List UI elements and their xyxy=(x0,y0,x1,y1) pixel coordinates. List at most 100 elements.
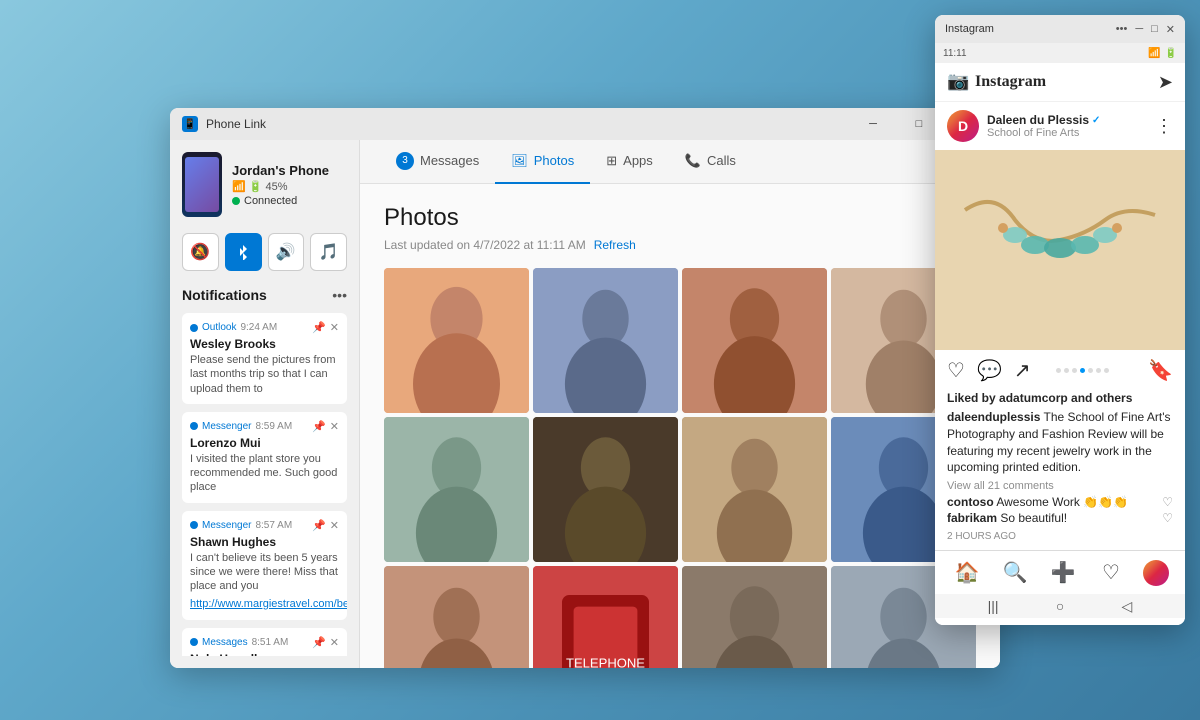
signal-icon: 🔋 xyxy=(1165,48,1177,59)
instagram-comments-link[interactable]: View all 21 comments xyxy=(935,480,1185,492)
notif-dismiss-button-1[interactable]: ✕ xyxy=(330,420,339,433)
ig-bookmark-icon[interactable]: 🔖 xyxy=(1148,358,1173,383)
ig-more-button[interactable]: ••• xyxy=(1116,23,1128,36)
instagram-send-icon[interactable]: ➤ xyxy=(1158,72,1173,93)
notif-app-outlook: Outlook 9:24 AM xyxy=(190,322,277,333)
verified-badge: ✓ xyxy=(1092,115,1100,126)
ig-minimize-button[interactable]: ─ xyxy=(1135,23,1143,36)
phone-status: Connected xyxy=(232,195,329,207)
notif-sender-1: Lorenzo Mui xyxy=(190,436,339,450)
instagram-comment-2: fabrikam So beautiful! ♡ xyxy=(935,511,1185,525)
instagram-body: 📷 Instagram ➤ D Daleen du Plessis ✓ Scho… xyxy=(935,63,1185,625)
photo-item-1[interactable] xyxy=(384,268,529,413)
notification-item-messenger-2: Messenger 8:57 AM 📌 ✕ Shawn Hughes I can… xyxy=(182,511,347,620)
messages-badge: 3 xyxy=(396,152,414,170)
notif-dismiss-button[interactable]: ✕ xyxy=(330,321,339,334)
phone-name: Jordan's Phone xyxy=(232,163,329,178)
instagram-statusbar: 11:11 📶 🔋 xyxy=(935,43,1185,63)
notification-item-messenger-1: Messenger 8:59 AM 📌 ✕ Lorenzo Mui I visi… xyxy=(182,412,347,503)
notif-pin-button-3[interactable]: 📌 xyxy=(312,636,326,649)
tab-photos[interactable]: 🖼 Photos xyxy=(495,140,590,184)
notifications-section: Notifications ••• Outlook 9:24 AM 📌 ✕ xyxy=(182,287,347,656)
ig-close-button[interactable]: ✕ xyxy=(1166,23,1175,36)
apps-tab-icon: ⊞ xyxy=(606,153,617,169)
navigation-tabs: 3 Messages 🖼 Photos ⊞ Apps 📞 Calls xyxy=(360,140,1000,184)
notif-app-messages: Messages 8:51 AM xyxy=(190,637,288,648)
notif-pin-button-1[interactable]: 📌 xyxy=(312,420,326,433)
notif-dismiss-button-2[interactable]: ✕ xyxy=(330,519,339,532)
statusbar-time: 11:11 xyxy=(943,48,967,59)
connected-indicator xyxy=(232,197,240,205)
music-button[interactable]: 🎵 xyxy=(310,233,347,271)
photos-heading: Photos xyxy=(384,204,976,232)
refresh-link[interactable]: Refresh xyxy=(594,238,636,252)
photo-item-2[interactable] xyxy=(533,268,678,413)
ig-nav-search-icon[interactable]: 🔍 xyxy=(999,557,1031,589)
phone-link-titlebar: 📱 Phone Link ─ □ ✕ xyxy=(170,108,1000,140)
instagram-window-controls: ••• ─ □ ✕ xyxy=(1116,23,1175,36)
android-recents-icon[interactable]: ◁ xyxy=(1122,598,1133,615)
photo-item-6[interactable] xyxy=(533,417,678,562)
ig-comment-icon[interactable]: 💬 xyxy=(977,358,1002,383)
notif-pin-button[interactable]: 📌 xyxy=(312,321,326,334)
post-more-button[interactable]: ⋮ xyxy=(1155,116,1173,137)
instagram-comment-1: contoso Awesome Work 👏👏👏 ♡ xyxy=(935,495,1185,509)
ig-heart-icon[interactable]: ♡ xyxy=(947,358,965,383)
dot-1 xyxy=(1056,368,1061,373)
necklace-image xyxy=(935,150,1185,350)
phone-link-title: Phone Link xyxy=(206,117,266,131)
ig-carousel-dots xyxy=(1056,368,1109,373)
instagram-logo-text: Instagram xyxy=(975,73,1046,91)
photo-item-11[interactable] xyxy=(682,566,827,668)
post-username: Daleen du Plessis ✓ xyxy=(987,113,1155,127)
ig-share-icon[interactable]: ↗ xyxy=(1014,358,1031,383)
photo-item-5[interactable] xyxy=(384,417,529,562)
android-back-icon[interactable]: ||| xyxy=(988,598,999,614)
mute-button[interactable]: 🔕 xyxy=(182,233,219,271)
instagram-actions-bar: ♡ 💬 ↗ 🔖 xyxy=(935,350,1185,391)
post-user-info: Daleen du Plessis ✓ School of Fine Arts xyxy=(987,113,1155,139)
phone-link-sidebar: Jordan's Phone 📶 🔋 45% Connected 🔕 🔊 � xyxy=(170,140,360,668)
photos-content: Photos Last updated on 4/7/2022 at 11:11… xyxy=(360,184,1000,668)
instagram-timestamp: 2 HOURS AGO xyxy=(935,527,1185,546)
photos-grid: TELEPHONE xyxy=(384,268,976,668)
ig-nav-add-icon[interactable]: ➕ xyxy=(1047,557,1079,589)
android-home-icon[interactable]: ○ xyxy=(1056,598,1064,614)
instagram-likes: Liked by adatumcorp and others xyxy=(935,391,1185,405)
notif-text-2: I can't believe its been 5 years since w… xyxy=(190,551,339,594)
tab-messages[interactable]: 3 Messages xyxy=(380,140,495,184)
phone-info-section: Jordan's Phone 📶 🔋 45% Connected xyxy=(182,152,347,217)
ig-nav-heart-icon[interactable]: ♡ xyxy=(1095,557,1127,589)
dot-3 xyxy=(1072,368,1077,373)
comment-like-icon-2[interactable]: ♡ xyxy=(1162,511,1173,525)
bluetooth-button[interactable] xyxy=(225,233,262,271)
dot-7 xyxy=(1104,368,1109,373)
notif-sender-2: Shawn Hughes xyxy=(190,535,339,549)
instagram-window-title: Instagram xyxy=(945,23,994,35)
instagram-window: Instagram ••• ─ □ ✕ 11:11 📶 🔋 📷 Instagra… xyxy=(935,15,1185,625)
comment-like-icon-1[interactable]: ♡ xyxy=(1162,495,1173,509)
photo-item-3[interactable] xyxy=(682,268,827,413)
photo-item-10[interactable]: TELEPHONE xyxy=(533,566,678,668)
photo-item-7[interactable] xyxy=(682,417,827,562)
ig-nav-home-icon[interactable]: 🏠 xyxy=(951,557,983,589)
phone-signal: 📶 🔋 45% xyxy=(232,180,329,193)
ig-maximize-button[interactable]: □ xyxy=(1151,23,1158,36)
tab-calls[interactable]: 📞 Calls xyxy=(669,140,752,184)
instagram-caption: daleenduplessis The School of Fine Art's… xyxy=(935,409,1185,476)
instagram-app-header: 📷 Instagram ➤ xyxy=(935,63,1185,102)
phone-image xyxy=(182,152,222,217)
notifications-more-button[interactable]: ••• xyxy=(332,287,347,303)
volume-button[interactable]: 🔊 xyxy=(268,233,305,271)
notif-link-2[interactable]: http://www.margiestravel.com/beachtrip20… xyxy=(190,598,347,610)
tab-apps[interactable]: ⊞ Apps xyxy=(590,140,669,184)
notif-pin-button-2[interactable]: 📌 xyxy=(312,519,326,532)
notification-item-messages: Messages 8:51 AM 📌 ✕ Nola Harrell This i… xyxy=(182,628,347,656)
minimize-button[interactable]: ─ xyxy=(850,108,896,140)
notif-dismiss-button-3[interactable]: ✕ xyxy=(330,636,339,649)
ig-nav-profile-icon[interactable] xyxy=(1143,560,1169,586)
photos-tab-icon: 🖼 xyxy=(511,153,528,169)
notifications-header: Notifications ••• xyxy=(182,287,347,303)
photo-item-9[interactable] xyxy=(384,566,529,668)
post-subtitle: School of Fine Arts xyxy=(987,127,1155,139)
